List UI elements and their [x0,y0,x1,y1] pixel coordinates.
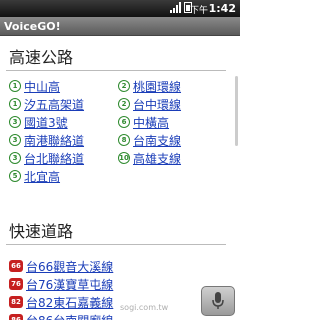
road-link[interactable]: 中橫高 [133,114,169,131]
road-item-highway[interactable]: 5 北宜高 [9,168,60,184]
highway-shield-icon: 8 [118,134,130,146]
road-link[interactable]: 中山高 [24,78,60,95]
road-link[interactable]: 台南支線 [133,132,181,149]
microphone-icon [212,292,224,309]
voice-search-button[interactable] [201,286,235,316]
status-time: 1:42 [208,2,236,15]
road-link[interactable]: 台中環線 [133,96,181,113]
road-list: 高速公路 1 中山高 2 桃園環線 1 汐五高架道 2 台中環線 3 國道3號 … [0,36,240,320]
scrollbar[interactable] [235,76,238,146]
highway-shield-icon: 2 [118,80,130,92]
highway-shield-icon: 1 [9,98,21,110]
highway-shield-icon: 1 [9,80,21,92]
section-divider [6,244,226,245]
road-link[interactable]: 台82東石嘉義線 [26,294,113,311]
road-item-expressway[interactable]: 66 台66觀音大溪線 [9,258,113,274]
road-item-expressway[interactable]: 82 台82東石嘉義線 [9,294,113,310]
expressway-badge-icon: 86 [9,314,23,320]
app-title: VoiceGO! [0,17,240,36]
road-link[interactable]: 台北聯絡道 [24,150,84,167]
road-item-highway[interactable]: 3 南港聯絡道 [9,132,84,148]
signal-icon [170,2,181,13]
road-link[interactable]: 南港聯絡道 [24,132,84,149]
road-link[interactable]: 高雄支線 [133,150,181,167]
road-item-highway[interactable]: 3 台北聯絡道 [9,150,84,166]
road-item-highway[interactable]: 10 高雄支線 [118,150,181,166]
status-icons [170,2,192,13]
expressway-badge-icon: 76 [9,278,23,290]
road-link[interactable]: 國道3號 [24,114,68,131]
highway-shield-icon: 3 [9,134,21,146]
road-item-highway[interactable]: 2 桃園環線 [118,78,181,94]
highway-shield-icon: 5 [9,170,21,182]
road-link[interactable]: 北宜高 [24,168,60,185]
road-item-highway[interactable]: 8 台南支線 [118,132,181,148]
watermark: sogi.com.tw [120,303,169,312]
road-item-highway[interactable]: 3 國道3號 [9,114,68,130]
highway-shield-icon: 2 [118,98,130,110]
road-item-expressway[interactable]: 86 台86台南關廟線 [9,312,113,320]
highway-shield-icon: 3 [9,116,21,128]
road-item-expressway[interactable]: 76 台76漢寶草屯線 [9,276,113,292]
expressway-badge-icon: 66 [9,260,23,272]
road-item-highway[interactable]: 1 汐五高架道 [9,96,84,112]
expressway-badge-icon: 82 [9,296,23,308]
section-title-highway: 高速公路 [9,48,74,67]
road-item-highway[interactable]: 1 中山高 [9,78,60,94]
section-title-expressway: 快速道路 [9,222,74,241]
section-divider [6,70,226,71]
status-bar: 下午 1:42 [0,0,240,17]
road-link[interactable]: 台86台南關廟線 [26,312,113,320]
highway-shield-icon: 10 [118,152,130,164]
road-link[interactable]: 台66觀音大溪線 [26,258,113,275]
road-link[interactable]: 汐五高架道 [24,96,84,113]
highway-shield-icon: 6 [118,116,130,128]
road-item-highway[interactable]: 2 台中環線 [118,96,181,112]
highway-shield-icon: 3 [9,152,21,164]
road-link[interactable]: 桃園環線 [133,78,181,95]
road-item-highway[interactable]: 6 中橫高 [118,114,169,130]
status-ampm: 下午 [189,6,208,16]
road-link[interactable]: 台76漢寶草屯線 [26,276,113,293]
